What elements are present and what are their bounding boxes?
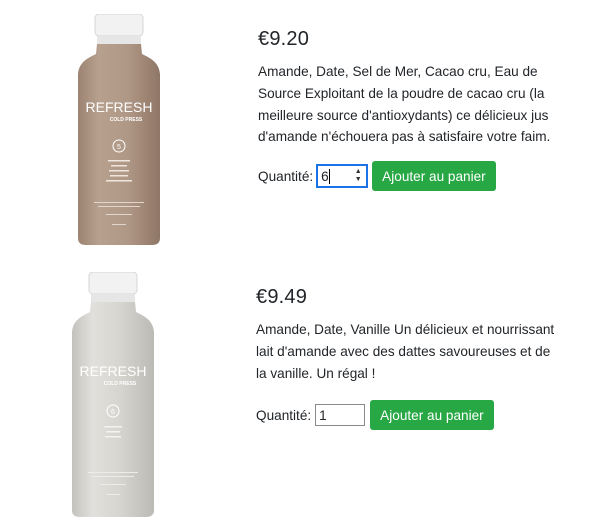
quantity-label: Quantité:	[258, 168, 314, 184]
product-price: €9.20	[258, 28, 310, 50]
text-caret	[328, 168, 330, 184]
product-info: €9.20 Amande, Date, Sel de Mer, Cacao cr…	[258, 26, 558, 148]
quantity-value: 1	[319, 407, 327, 423]
brand-logo: REFRESH	[86, 99, 153, 115]
add-to-cart-button[interactable]: Ajouter au panier	[370, 400, 494, 430]
product-info: €9.49 Amande, Date, Vanille Un délicieux…	[256, 284, 556, 384]
product-image: REFRESH COLD PRESS 6	[72, 272, 154, 517]
bottle-number: 6	[111, 409, 115, 416]
quantity-label: Quantité:	[256, 407, 312, 423]
quantity-row: Quantité: 6 ▲ ▼ Ajouter au panier	[258, 161, 496, 191]
product-image: REFRESH COLD PRESS 5	[78, 14, 160, 245]
chevron-down-icon[interactable]: ▼	[355, 176, 362, 184]
brand-sub: COLD PRESS	[104, 381, 137, 387]
product-card: REFRESH COLD PRESS 5 €9.20 Amande, Date,…	[0, 0, 601, 260]
quantity-stepper[interactable]: ▲ ▼	[351, 167, 365, 185]
product-description: Amande, Date, Vanille Un délicieux et no…	[256, 322, 555, 381]
quantity-row: Quantité: 1 Ajouter au panier	[256, 400, 494, 430]
quantity-input[interactable]: 6 ▲ ▼	[316, 164, 369, 188]
quantity-value: 6	[321, 168, 329, 184]
chevron-up-icon[interactable]: ▲	[355, 168, 362, 176]
brand-sub: COLD PRESS	[110, 117, 143, 123]
brand-logo: REFRESH	[80, 363, 147, 379]
add-to-cart-button[interactable]: Ajouter au panier	[372, 161, 496, 191]
bottle-number: 5	[117, 144, 121, 151]
product-price: €9.49	[256, 286, 308, 308]
product-card: REFRESH COLD PRESS 6 €9.49 Amande, Date,…	[0, 260, 601, 520]
quantity-input[interactable]: 1	[315, 404, 366, 426]
product-description: Amande, Date, Sel de Mer, Cacao cru, Eau…	[258, 64, 551, 145]
